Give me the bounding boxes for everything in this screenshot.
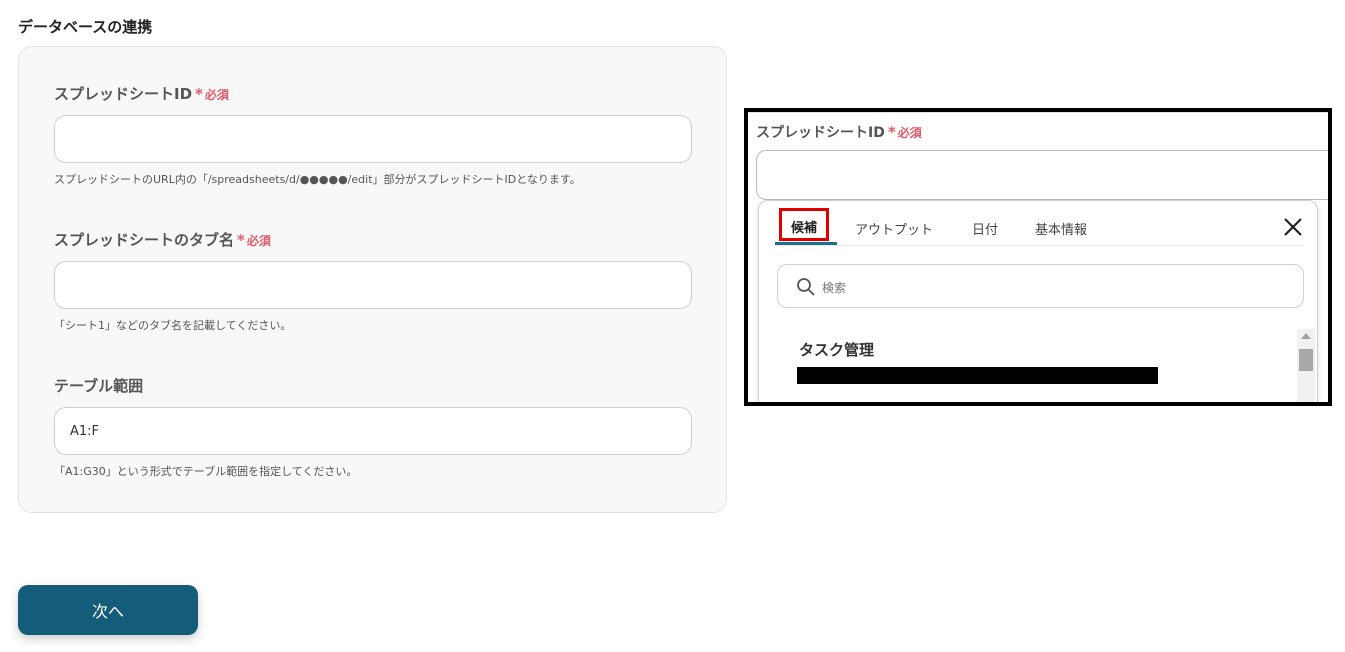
tab-name-label-text: スプレッドシートのタブ名 bbox=[54, 231, 235, 249]
tab-date[interactable]: 日付 bbox=[972, 219, 998, 238]
required-badge: 必須 bbox=[897, 126, 922, 140]
required-star: * bbox=[195, 85, 203, 103]
tab-divider bbox=[775, 245, 1303, 246]
table-range-label-text: テーブル範囲 bbox=[54, 377, 144, 395]
suggestion-popup: 候補 アウトプット 日付 基本情報 検索 タスク管理 bbox=[758, 200, 1318, 402]
zoom-label-text: スプレッドシートID bbox=[756, 125, 885, 141]
required-badge: 必須 bbox=[204, 88, 229, 102]
required-star: * bbox=[887, 123, 896, 141]
scroll-thumb[interactable] bbox=[1299, 349, 1313, 371]
spreadsheet-id-input[interactable] bbox=[54, 115, 692, 163]
next-button[interactable]: 次へ bbox=[18, 585, 198, 635]
section-title: データベースの連携 bbox=[18, 18, 153, 36]
suggestion-item-title[interactable]: タスク管理 bbox=[799, 339, 874, 360]
tab-output[interactable]: アウトプット bbox=[855, 219, 933, 238]
active-tab-underline bbox=[775, 242, 837, 245]
zoom-spreadsheet-id-label: スプレッドシートID * 必須 bbox=[756, 122, 922, 142]
spreadsheet-id-label: スプレッドシートID * 必須 bbox=[54, 83, 229, 104]
tab-name-help: 「シート1」などのタブ名を記載してください。 bbox=[54, 319, 292, 332]
search-icon bbox=[796, 277, 816, 297]
tab-basic-info[interactable]: 基本情報 bbox=[1035, 219, 1087, 238]
tab-candidates[interactable]: 候補 bbox=[791, 217, 817, 236]
close-icon[interactable] bbox=[1281, 215, 1305, 239]
table-range-label: テーブル範囲 bbox=[54, 375, 143, 396]
scroll-up-arrow-icon[interactable] bbox=[1301, 333, 1311, 339]
form-card: スプレッドシートID * 必須 スプレッドシートのURL内の「/spreadshee… bbox=[18, 46, 727, 513]
divider bbox=[748, 112, 1328, 113]
zoom-inset: スプレッドシートID * 必須 候補 アウトプット 日付 基本情報 検索 タスク管理 bbox=[744, 108, 1332, 406]
spreadsheet-id-help: スプレッドシートのURL内の「/spreadsheets/d/●●●●●/edi… bbox=[54, 173, 581, 186]
required-badge: 必須 bbox=[246, 234, 271, 248]
popup-search-input[interactable]: 検索 bbox=[777, 264, 1304, 308]
table-range-help: 「A1:G30」という形式でテーブル範囲を指定してください。 bbox=[54, 465, 358, 478]
required-star: * bbox=[237, 231, 245, 249]
redacted-value bbox=[797, 367, 1158, 384]
zoom-spreadsheet-id-input[interactable] bbox=[756, 150, 1328, 200]
spreadsheet-id-label-text: スプレッドシートID bbox=[54, 85, 193, 103]
tab-name-input[interactable] bbox=[54, 261, 692, 309]
tab-name-label: スプレッドシートのタブ名 * 必須 bbox=[54, 229, 271, 250]
scrollbar[interactable] bbox=[1297, 329, 1315, 402]
table-range-input[interactable] bbox=[54, 407, 692, 455]
search-placeholder: 検索 bbox=[822, 281, 847, 295]
